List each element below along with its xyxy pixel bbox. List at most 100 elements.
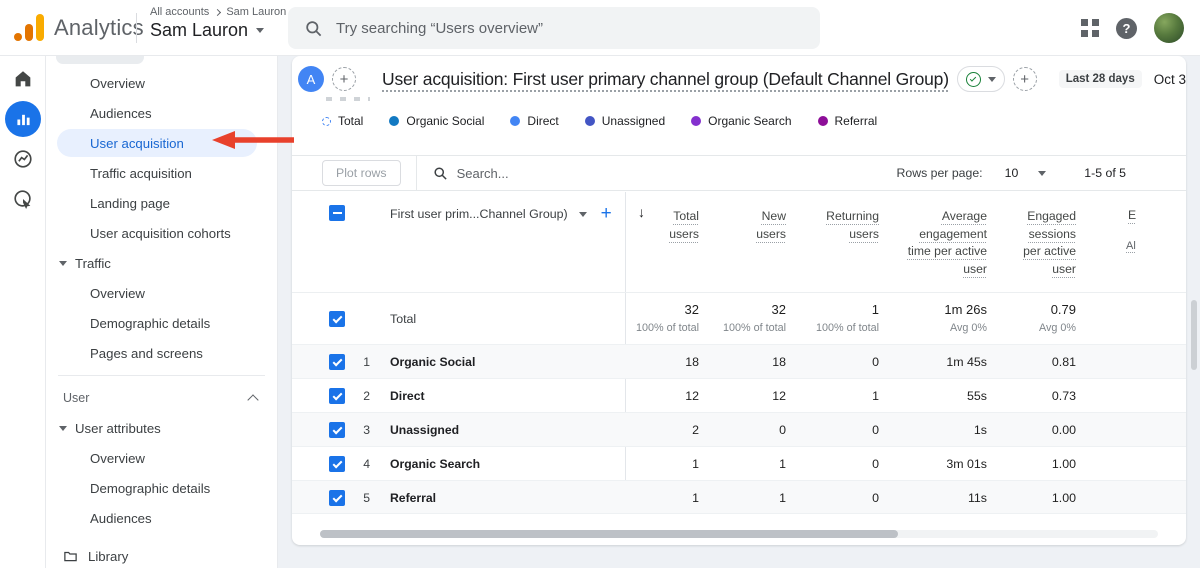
sort-descending-icon[interactable]: ↓ [638, 204, 645, 220]
table-row[interactable]: 1 Organic Social 18 18 0 1m 45s 0.81 [292, 344, 1186, 378]
rail-item-explore[interactable] [0, 142, 46, 176]
sidebar-item-label: Overview [90, 76, 145, 91]
total-row-label: Total [390, 293, 416, 345]
row-checkbox[interactable] [329, 490, 345, 506]
row-checkbox[interactable] [329, 311, 345, 327]
property-badge[interactable]: A [298, 66, 324, 92]
window-scrollbar-thumb[interactable] [1191, 300, 1197, 370]
column-header-clipped-line1: E [1128, 208, 1136, 222]
table-row[interactable]: 5 Referral 1 1 0 11s 1.00 [292, 480, 1186, 514]
account-name: Sam Lauron [150, 20, 248, 41]
row-checkbox[interactable] [329, 354, 345, 370]
sidebar-group-user-attributes[interactable]: User attributes [46, 413, 277, 443]
header-divider [136, 13, 137, 43]
legend-item-organic-social[interactable]: Organic Social [389, 114, 484, 128]
account-switcher[interactable]: All accounts Sam Lauron Sam Lauron [150, 6, 286, 41]
sidebar-group-traffic[interactable]: Traffic [46, 248, 277, 278]
global-search[interactable] [288, 7, 820, 49]
report-verified-menu[interactable] [957, 66, 1005, 92]
sidebar-item-traffic-overview[interactable]: Overview [46, 278, 277, 308]
dimension-header[interactable]: First user prim...Channel Group) + [390, 203, 612, 225]
sidebar-item-label: Audiences [90, 106, 152, 121]
avatar[interactable] [1154, 13, 1184, 43]
sidebar-item-user-audiences[interactable]: Audiences [46, 503, 277, 533]
column-header-new-users[interactable]: New users [742, 208, 786, 243]
table-row[interactable]: 2 Direct 12 12 1 55s 0.73 [292, 378, 1186, 412]
row-dimension-value: Unassigned [390, 413, 459, 447]
global-search-input[interactable] [336, 20, 804, 37]
legend-label: Referral [835, 114, 878, 128]
row-checkbox[interactable] [329, 456, 345, 472]
caret-down-icon[interactable] [1038, 171, 1046, 176]
property-letter: A [307, 72, 316, 87]
help-glyph: ? [1123, 21, 1131, 36]
cell-returning-users: 0 [872, 447, 879, 481]
column-header-returning-users[interactable]: Returning users [809, 208, 879, 243]
apps-grid-icon[interactable] [1081, 19, 1099, 37]
check-icon [332, 390, 342, 400]
row-dimension-value: Organic Social [390, 345, 475, 379]
report-title[interactable]: User acquisition: First user primary cha… [382, 69, 949, 90]
legend-item-organic-search[interactable]: Organic Search [691, 114, 791, 128]
sidebar-item-user-acquisition[interactable]: User acquisition [57, 129, 257, 157]
rail-item-reports[interactable] [0, 102, 46, 136]
sidebar-item-pages-and-screens[interactable]: Pages and screens [46, 338, 277, 368]
column-header-engaged-sessions[interactable]: Engaged sessions per active user [1012, 208, 1076, 278]
sidebar-item-user-overview[interactable]: Overview [46, 443, 277, 473]
cell-avg-engagement: 55s [967, 379, 987, 413]
legend-item-total[interactable]: Total [322, 114, 363, 128]
folder-icon [63, 549, 78, 564]
total-subtext: Avg 0% [950, 322, 987, 334]
sidebar-group-label: Traffic [75, 256, 111, 271]
analytics-logo[interactable]: Analytics [14, 13, 144, 43]
breadcrumb-current: Sam Lauron [226, 6, 286, 18]
rail-item-home[interactable] [0, 62, 46, 96]
select-all-checkbox[interactable] [329, 205, 345, 221]
rows-per-page-value[interactable]: 10 [1005, 166, 1019, 180]
sidebar-item-user-demographic-details[interactable]: Demographic details [46, 473, 277, 503]
legend-label: Organic Search [708, 114, 791, 128]
sidebar-item-label: Audiences [90, 511, 152, 526]
reports-icon [5, 101, 41, 137]
legend-item-direct[interactable]: Direct [510, 114, 558, 128]
plus-icon: + [340, 71, 349, 88]
total-value: 0.79 [1051, 302, 1076, 317]
add-comparison-button[interactable]: + [332, 67, 356, 91]
plot-rows-button[interactable]: Plot rows [322, 160, 401, 186]
cell-avg-engagement: 1m 45s [946, 345, 987, 379]
sidebar-item-user-acquisition-cohorts[interactable]: User acquisition cohorts [46, 218, 277, 248]
table-search-input[interactable] [457, 166, 667, 181]
horizontal-scrollbar[interactable] [320, 530, 1158, 538]
sidebar-item-demographic-details[interactable]: Demographic details [46, 308, 277, 338]
table-row[interactable]: 4 Organic Search 1 1 0 3m 01s 1.00 [292, 446, 1186, 480]
row-checkbox[interactable] [329, 422, 345, 438]
sidebar-item-overview[interactable]: Overview [46, 68, 277, 98]
table-row[interactable]: 3 Unassigned 2 0 0 1s 0.00 [292, 412, 1186, 446]
date-range-start[interactable]: Oct 3 [1154, 72, 1186, 87]
sidebar-item-landing-page[interactable]: Landing page [46, 188, 277, 218]
date-range-chip[interactable]: Last 28 days [1059, 70, 1142, 88]
column-header-total-users[interactable]: Total users [653, 208, 699, 243]
legend-swatch [585, 116, 595, 126]
cell-total-users: 18 [685, 345, 699, 379]
caret-down-icon [579, 212, 587, 217]
legend-item-referral[interactable]: Referral [818, 114, 878, 128]
add-report-button[interactable]: + [1013, 67, 1037, 91]
cell-avg-engagement: 1s [974, 413, 987, 447]
horizontal-scrollbar-thumb[interactable] [320, 530, 898, 538]
table-body: 1 Organic Social 18 18 0 1m 45s 0.81 2 D… [292, 344, 1186, 514]
column-header-avg-engagement-time[interactable]: Average engagement time per active user [901, 208, 987, 278]
caret-down-icon [988, 77, 996, 82]
rail-item-advertising[interactable] [0, 182, 46, 216]
total-value: 32 [772, 302, 786, 317]
sidebar-item-traffic-acquisition[interactable]: Traffic acquisition [46, 158, 277, 188]
sidebar-item-audiences[interactable]: Audiences [46, 98, 277, 128]
sidebar-section-user[interactable]: User [46, 383, 277, 413]
cell-new-users: 0 [779, 413, 786, 447]
add-dimension-button[interactable]: + [601, 203, 612, 225]
row-checkbox[interactable] [329, 388, 345, 404]
sidebar-item-library[interactable]: Library [46, 541, 277, 568]
toolbar-divider [416, 156, 417, 191]
legend-item-unassigned[interactable]: Unassigned [585, 114, 665, 128]
help-icon[interactable]: ? [1116, 18, 1137, 39]
